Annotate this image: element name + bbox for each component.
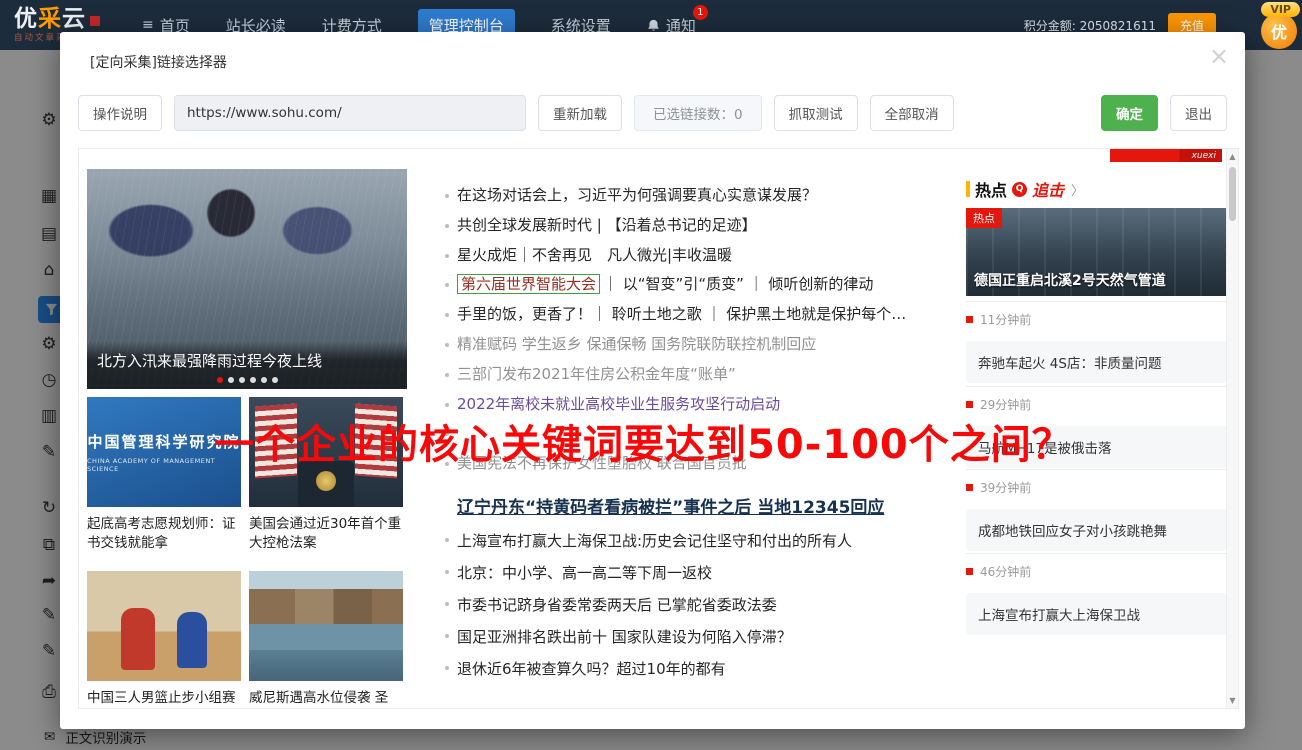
exit-button[interactable]: 退出 bbox=[1170, 95, 1227, 131]
academy-photo: 中国管理科学研究院 CHINA ACADEMY OF MANAGEMENT SC… bbox=[87, 397, 241, 507]
yellow-bar-icon bbox=[966, 181, 970, 197]
us-congress-photo bbox=[249, 397, 403, 507]
url-input[interactable] bbox=[174, 95, 526, 131]
carousel-dot[interactable] bbox=[216, 377, 223, 383]
headline-link[interactable]: 在这场对话会上，习近平为何强调要真心实意谋发展？ bbox=[443, 181, 1018, 211]
help-button[interactable]: 操作说明 bbox=[78, 95, 162, 131]
menu-icon: ≡ bbox=[142, 17, 154, 33]
carousel-dot[interactable] bbox=[227, 377, 234, 383]
headline-link[interactable]: 手里的饭，更香了！｜ 聆听土地之歌 ｜ 保护黑土地就是保护每个… bbox=[443, 300, 1018, 330]
headline-link[interactable]: 2022年离校未就业高校毕业生服务攻坚行动启动 bbox=[443, 390, 1018, 420]
notification-badge: 1 bbox=[692, 4, 708, 20]
carousel-dots[interactable] bbox=[87, 377, 407, 383]
page-preview-frame: xuexi 北方入汛来最强降雨过程今夜上线 中国管理科学研究院 CHINA AC… bbox=[78, 148, 1239, 709]
carousel-dot[interactable] bbox=[249, 377, 256, 383]
preview-scrollbar[interactable]: ▲ ▼ bbox=[1226, 149, 1238, 708]
headline-link[interactable]: 三部门发布2021年住房公积金年度“账单” bbox=[443, 360, 1018, 390]
logo-text: 优采云 bbox=[14, 7, 100, 31]
article-thumb[interactable]: 威尼斯遇高水位侵袭 圣 bbox=[249, 571, 403, 708]
hot-panel-header[interactable]: 热点 Q 追击 〉 bbox=[966, 177, 1084, 201]
headline-link[interactable]: 退休近6年被查算久吗？超过10年的都有 bbox=[443, 653, 1018, 685]
hot-item-link[interactable]: 马航MH17是被俄击落 bbox=[966, 426, 1228, 468]
hot-item-time: 29分钟前 bbox=[966, 396, 1228, 413]
podium-shape bbox=[298, 461, 354, 507]
carousel-main-image[interactable]: 北方入汛来最强降雨过程今夜上线 bbox=[87, 169, 407, 389]
carousel-dot[interactable] bbox=[238, 377, 245, 383]
scroll-up-icon[interactable]: ▲ bbox=[1227, 152, 1238, 161]
carousel-dot[interactable] bbox=[271, 377, 278, 383]
headline-link[interactable]: 市委书记跻身省委常委两天后 已掌舵省委政法委 bbox=[443, 589, 1018, 621]
selected-link-box[interactable]: 第六届世界智能大会 bbox=[457, 274, 601, 295]
basketball-photo bbox=[87, 571, 241, 681]
hot-featured-article[interactable]: 热点 德国正重启北溪2号天然气管道 bbox=[966, 208, 1228, 296]
link-selector-dialog: [定向采集]链接选择器 × 操作说明 重新加载 已选链接数：0 抓取测试 全部取… bbox=[60, 32, 1245, 729]
logo-seal-icon bbox=[90, 15, 100, 26]
featured-caption: 德国正重启北溪2号天然气管道 bbox=[974, 273, 1166, 289]
hot-item-time: 11分钟前 bbox=[966, 311, 1228, 328]
headline-link[interactable]: 精准赋码 学生返乡 保通保畅 国务院联防联控机制回应 bbox=[443, 330, 1018, 360]
thumb-caption[interactable]: 威尼斯遇高水位侵袭 圣 bbox=[249, 689, 403, 708]
hot-item-link[interactable]: 成都地铁回应女子对小孩跳艳舞 bbox=[966, 509, 1228, 551]
headline-link[interactable]: 国足亚洲排名跌出前十 国家队建设为何陷入停滞？ bbox=[443, 621, 1018, 653]
hot-target-icon: Q bbox=[1012, 181, 1028, 197]
hot-item-link[interactable]: 上海宣布打赢大上海保卫战 bbox=[966, 593, 1228, 635]
carousel-dot[interactable] bbox=[260, 377, 267, 383]
headline-link-selected[interactable]: 第六届世界智能大会｜ 以“智变”引“质变” ｜ 倾听创新的律动 bbox=[443, 270, 1018, 300]
cancel-all-button[interactable]: 全部取消 bbox=[869, 95, 954, 131]
hot-item-link[interactable]: 奔驰车起火 4S店：非质量问题 bbox=[966, 341, 1228, 383]
headline-link-featured[interactable]: 辽宁丹东“持黄码者看病被拦”事件之后 当地12345回应 bbox=[443, 491, 1018, 525]
partial-ad-banner[interactable]: xuexi bbox=[1110, 149, 1222, 162]
headline-link[interactable]: 共创全球发展新时代 | 【沿着总书记的足迹】 bbox=[443, 211, 1018, 241]
dialog-toolbar: 操作说明 重新加载 已选链接数：0 抓取测试 全部取消 确定 退出 bbox=[78, 95, 1227, 131]
scroll-down-icon[interactable]: ▼ bbox=[1227, 696, 1238, 705]
article-thumb[interactable]: 中国管理科学研究院 CHINA ACADEMY OF MANAGEMENT SC… bbox=[87, 397, 241, 553]
thumb-caption[interactable]: 起底高考志愿规划师：证书交钱就能拿 bbox=[87, 515, 241, 553]
carousel-caption: 北方入汛来最强降雨过程今夜上线 bbox=[87, 341, 407, 389]
headline-link[interactable]: 星火成炬｜不舍再见 凡人微光|丰收温暖 bbox=[443, 241, 1018, 271]
hot-item-time: 46分钟前 bbox=[966, 563, 1228, 580]
hot-list-item: 11分钟前 奔驰车起火 4S店：非质量问题 bbox=[966, 301, 1228, 383]
credit-amount: 积分金额: 2050821611 bbox=[1023, 18, 1156, 33]
hot-list-item: 29分钟前 马航MH17是被俄击落 bbox=[966, 386, 1228, 468]
article-thumb[interactable]: 中国三人男篮止步小组赛 bbox=[87, 571, 241, 708]
academy-title: 中国管理科学研究院 bbox=[87, 433, 241, 451]
headline-link[interactable]: 美国宪法不再保护女性堕胎权 联合国官员批 bbox=[443, 449, 1018, 479]
avatar[interactable]: 优 bbox=[1261, 13, 1297, 49]
scrollbar-thumb[interactable] bbox=[1229, 167, 1236, 221]
confirm-button[interactable]: 确定 bbox=[1101, 95, 1158, 131]
thumb-caption[interactable]: 中国三人男篮止步小组赛 bbox=[87, 689, 241, 708]
headline-link[interactable]: 北京：中小学、高一高二等下周一返校 bbox=[443, 557, 1018, 589]
vip-badge: VIP bbox=[1261, 2, 1300, 17]
hot-item-time: 39分钟前 bbox=[966, 479, 1228, 496]
headline-list: 在这场对话会上，习近平为何强调要真心实意谋发展？ 共创全球发展新时代 | 【沿着… bbox=[443, 181, 1018, 685]
headline-link-obscured[interactable] bbox=[443, 419, 1018, 449]
dialog-title: [定向采集]链接选择器 bbox=[90, 55, 227, 71]
chevron-right-icon: 〉 bbox=[1071, 183, 1085, 199]
grab-test-button[interactable]: 抓取测试 bbox=[773, 95, 858, 131]
reload-button[interactable]: 重新加载 bbox=[538, 95, 622, 131]
close-icon[interactable]: × bbox=[1209, 44, 1229, 68]
venice-flood-photo bbox=[249, 571, 403, 681]
selected-links-count: 已选链接数：0 bbox=[634, 95, 762, 131]
hot-badge: 热点 bbox=[966, 208, 1002, 228]
article-thumb[interactable]: 美国会通过近30年首个重大控枪法案 bbox=[249, 397, 403, 553]
academy-subtitle: CHINA ACADEMY OF MANAGEMENT SCIENCE bbox=[87, 457, 216, 473]
thumb-caption[interactable]: 美国会通过近30年首个重大控枪法案 bbox=[249, 515, 403, 553]
hot-list-item: 46分钟前 上海宣布打赢大上海保卫战 bbox=[966, 553, 1228, 635]
headline-link[interactable]: 上海宣布打赢大上海保卫战:历史会记住坚守和付出的所有人 bbox=[443, 525, 1018, 557]
bell-icon bbox=[648, 19, 659, 31]
hot-list-item: 39分钟前 成都地铁回应女子对小孩跳艳舞 bbox=[966, 469, 1228, 551]
